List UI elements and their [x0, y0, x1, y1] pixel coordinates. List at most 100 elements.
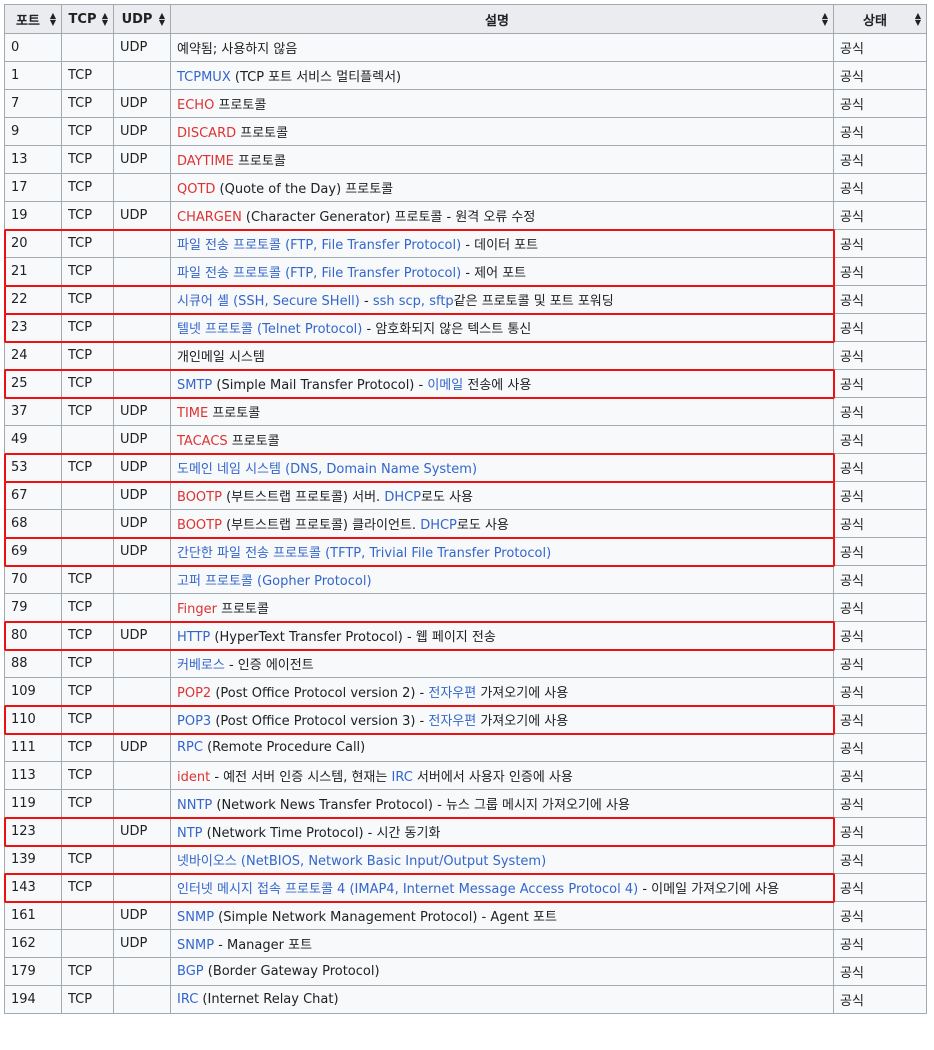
cell-tcp: TCP	[61, 397, 114, 426]
link[interactable]: BGP	[177, 964, 204, 979]
table-row: 7 TCP UDP ECHO 프로토콜 공식	[4, 89, 927, 118]
link[interactable]: IRC	[391, 770, 412, 785]
link[interactable]: 커베로스	[177, 658, 225, 673]
link[interactable]: 텔넷 프로토콜 (Telnet Protocol)	[177, 322, 362, 337]
link[interactable]: HTTP	[177, 630, 210, 645]
link[interactable]: 도메인 네임 시스템 (DNS, Domain Name System)	[177, 462, 477, 477]
cell-tcp: TCP	[61, 61, 114, 90]
sort-icon[interactable]: ▲ ▼	[50, 12, 56, 27]
redlink[interactable]: CHARGEN	[177, 210, 242, 225]
cell-status: 공식	[833, 509, 927, 538]
link[interactable]: RPC	[177, 740, 203, 755]
cell-description: BOOTP (부트스트랩 프로토콜) 서버. DHCP로도 사용	[170, 481, 834, 510]
cell-port: 67	[4, 481, 62, 510]
cell-description: QOTD (Quote of the Day) 프로토콜	[170, 173, 834, 202]
cell-udp: UDP	[113, 453, 171, 482]
header-desc[interactable]: 설명 ▲ ▼	[170, 4, 834, 34]
cell-port: 111	[4, 733, 62, 762]
redlink[interactable]: BOOTP	[177, 518, 222, 533]
cell-description: SNMP (Simple Network Management Protocol…	[170, 901, 834, 930]
cell-port: 20	[4, 229, 62, 258]
link[interactable]: DHCP	[420, 518, 457, 533]
cell-udp	[113, 61, 171, 90]
cell-description: POP2 (Post Office Protocol version 2) - …	[170, 677, 834, 706]
link[interactable]: 이메일	[427, 378, 463, 393]
cell-port: 13	[4, 145, 62, 174]
cell-description: NNTP (Network News Transfer Protocol) - …	[170, 789, 834, 818]
link[interactable]: 시큐어 셸 (SSH, Secure SHell)	[177, 294, 360, 309]
cell-udp: UDP	[113, 537, 171, 566]
sort-icon[interactable]: ▲ ▼	[915, 12, 921, 27]
sort-icon[interactable]: ▲ ▼	[822, 12, 828, 27]
cell-udp: UDP	[113, 901, 171, 930]
cell-status: 공식	[833, 201, 927, 230]
link[interactable]: IRC	[177, 992, 198, 1007]
link[interactable]: SNMP	[177, 910, 214, 925]
cell-description: HTTP (HyperText Transfer Protocol) - 웹 페…	[170, 621, 834, 650]
redlink[interactable]: QOTD	[177, 182, 215, 197]
cell-status: 공식	[833, 117, 927, 146]
description-text: 가져오기에 사용	[476, 714, 569, 729]
header-port[interactable]: 포트 ▲ ▼	[4, 4, 62, 34]
header-status[interactable]: 상태 ▲ ▼	[833, 4, 927, 34]
link[interactable]: TCPMUX	[177, 70, 231, 85]
link[interactable]: NTP	[177, 826, 203, 841]
cell-port: 119	[4, 789, 62, 818]
header-tcp[interactable]: TCP ▲ ▼	[61, 4, 114, 34]
cell-status: 공식	[833, 341, 927, 370]
redlink[interactable]: Finger	[177, 602, 217, 617]
redlink[interactable]: TACACS	[177, 434, 228, 449]
description-text: 프로토콜	[233, 154, 286, 169]
sort-icon[interactable]: ▲ ▼	[102, 12, 108, 27]
link[interactable]: 파일 전송 프로토콜 (FTP, File Transfer Protocol)	[177, 266, 461, 281]
redlink[interactable]: BOOTP	[177, 490, 222, 505]
redlink[interactable]: TIME	[177, 406, 208, 421]
cell-udp: UDP	[113, 509, 171, 538]
link[interactable]: 파일 전송 프로토콜 (FTP, File Transfer Protocol)	[177, 238, 461, 253]
link[interactable]: SMTP	[177, 378, 212, 393]
link[interactable]: 간단한 파일 전송 프로토콜 (TFTP, Trivial File Trans…	[177, 546, 551, 561]
cell-udp	[113, 593, 171, 622]
cell-description: TACACS 프로토콜	[170, 425, 834, 454]
cell-status: 공식	[833, 453, 927, 482]
table-row: 179 TCP BGP (Border Gateway Protocol) 공식	[4, 957, 927, 986]
link[interactable]: NNTP	[177, 798, 212, 813]
link[interactable]: 전자우편	[428, 714, 476, 729]
cell-description: NTP (Network Time Protocol) - 시간 동기화	[170, 817, 834, 846]
redlink[interactable]: ident	[177, 770, 210, 785]
sort-icon[interactable]: ▲ ▼	[159, 12, 165, 27]
link[interactable]: 고퍼 프로토콜 (Gopher Protocol)	[177, 574, 372, 589]
table-row: 23 TCP 텔넷 프로토콜 (Telnet Protocol) - 암호화되지 않…	[4, 313, 927, 342]
link[interactable]: SNMP	[177, 938, 214, 953]
description-text: - 데이터 포트	[461, 238, 539, 253]
link[interactable]: DHCP	[384, 490, 421, 505]
cell-status: 공식	[833, 61, 927, 90]
link[interactable]: POP3	[177, 714, 211, 729]
table-row: 0 UDP 예약됨; 사용하지 않음 공식	[4, 33, 927, 62]
cell-description: 시큐어 셸 (SSH, Secure SHell) - ssh scp, sft…	[170, 285, 834, 314]
redlink[interactable]: DAYTIME	[177, 154, 234, 169]
cell-udp	[113, 705, 171, 734]
cell-port: 1	[4, 61, 62, 90]
description-text: (Internet Relay Chat)	[198, 992, 339, 1007]
cell-status: 공식	[833, 537, 927, 566]
description-text: - 인증 에이전트	[224, 658, 314, 673]
description-text: 프로토콜	[216, 602, 269, 617]
table-row: 161 UDP SNMP (Simple Network Management Pr…	[4, 901, 927, 930]
cell-udp: UDP	[113, 481, 171, 510]
cell-udp	[113, 985, 171, 1014]
redlink[interactable]: POP2	[177, 686, 211, 701]
cell-description: 커베로스 - 인증 에이전트	[170, 649, 834, 678]
cell-description: ident - 예전 서버 인증 시스템, 현재는 IRC 서버에서 사용자 인…	[170, 761, 834, 790]
link[interactable]: ssh scp, sftp	[373, 294, 454, 309]
redlink[interactable]: DISCARD	[177, 126, 236, 141]
table-row: 80 TCP UDP HTTP (HyperText Transfer Protoco…	[4, 621, 927, 650]
description-text: 프로토콜	[236, 126, 289, 141]
redlink[interactable]: ECHO	[177, 98, 214, 113]
header-udp[interactable]: UDP ▲ ▼	[113, 4, 171, 34]
link[interactable]: 전자우편	[428, 686, 476, 701]
cell-description: DAYTIME 프로토콜	[170, 145, 834, 174]
link[interactable]: 넷바이오스 (NetBIOS, Network Basic Input/Outp…	[177, 854, 546, 869]
table-body: 0 UDP 예약됨; 사용하지 않음 공식 1 TCP TCPMUX (TCP 포트 서비스…	[4, 33, 927, 1014]
link[interactable]: 인터넷 메시지 접속 프로토콜 4 (IMAP4, Internet Messa…	[177, 882, 638, 897]
